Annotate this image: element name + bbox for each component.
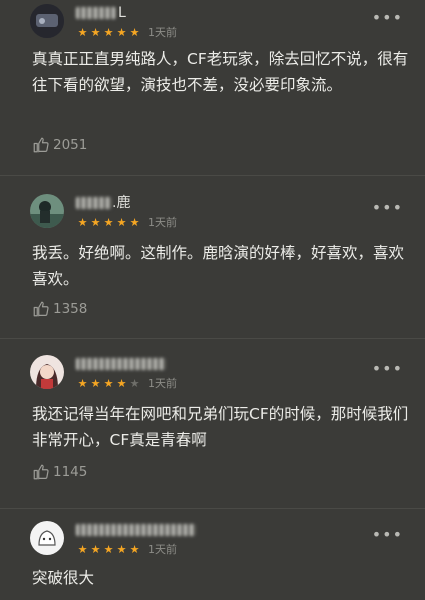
more-dots-icon[interactable]: •••: [372, 8, 403, 27]
like-button[interactable]: 2051: [32, 136, 87, 154]
star-icon: ★: [129, 25, 140, 39]
comment-text: 真真正正直男纯路人，CF老玩家，除去回忆不说，很有往下看的欲望，演技也不差，没必…: [32, 50, 409, 94]
comment-meta: L ★ ★ ★ ★ ★ 1天前: [76, 4, 177, 39]
like-count: 1358: [53, 301, 88, 317]
star-icon: ★: [116, 542, 127, 556]
star-icon: ★: [129, 376, 140, 390]
star-icon: ★: [116, 25, 127, 39]
star-icon: ★: [116, 215, 127, 229]
more-dots-icon[interactable]: •••: [372, 525, 403, 544]
like-button[interactable]: 1145: [32, 463, 87, 481]
star-icon: ★: [77, 25, 88, 39]
comment-text: 我丢。好绝啊。这制作。鹿晗演的好棒，好喜欢，喜欢喜欢。: [32, 244, 405, 288]
username-text: L: [118, 5, 126, 21]
username-blurred: [76, 197, 112, 209]
like-count: 1145: [53, 464, 88, 480]
comment-meta: .鹿 ★ ★ ★ ★ ★ 1天前: [76, 194, 177, 229]
star-rating: ★ ★ ★ ★ ★: [76, 378, 141, 389]
avatar[interactable]: [30, 4, 64, 38]
thumbs-up-icon: [33, 464, 49, 480]
username-blurred: [76, 7, 116, 19]
star-icon: ★: [77, 376, 88, 390]
comment-feed: L ★ ★ ★ ★ ★ 1天前 ••• 真真正正直男纯路人，CF老玩家，除去回忆不说，很…: [0, 0, 425, 600]
comment-item: ★ ★ ★ ★ ★ 1天前 ••• 突破很大: [0, 508, 425, 600]
comment-text: 突破很大: [32, 569, 95, 587]
star-icon: ★: [103, 215, 114, 229]
star-rating: ★ ★ ★ ★ ★: [76, 27, 141, 38]
username-blurred: [76, 524, 196, 536]
thumbs-up-icon: [33, 301, 49, 317]
avatar[interactable]: [30, 355, 64, 389]
username[interactable]: [76, 521, 196, 539]
comment-text: 我还记得当年在网吧和兄弟们玩CF的时候，那时候我们非常开心，CF真是青春啊: [32, 405, 409, 449]
star-rating: ★ ★ ★ ★ ★: [76, 217, 141, 228]
comment-item: .鹿 ★ ★ ★ ★ ★ 1天前 ••• 我丢。好绝啊。这制作。鹿晗演的好棒，好喜欢，喜…: [0, 175, 425, 333]
star-icon: ★: [77, 542, 88, 556]
thumbs-up-icon: [33, 137, 49, 153]
star-icon: ★: [103, 376, 114, 390]
like-button[interactable]: 1358: [32, 300, 87, 318]
star-icon: ★: [90, 215, 101, 229]
more-dots-icon[interactable]: •••: [372, 198, 403, 217]
star-rating: ★ ★ ★ ★ ★: [76, 544, 141, 555]
comment-time: 1天前: [148, 26, 177, 39]
comment-time: 1天前: [148, 543, 177, 556]
star-icon: ★: [90, 25, 101, 39]
comment-time: 1天前: [148, 377, 177, 390]
avatar[interactable]: [30, 521, 64, 555]
comment-meta: ★ ★ ★ ★ ★ 1天前: [76, 521, 196, 556]
username-text: .鹿: [112, 195, 131, 211]
username[interactable]: [76, 355, 177, 373]
comment-meta: ★ ★ ★ ★ ★ 1天前: [76, 355, 177, 390]
star-icon: ★: [129, 542, 140, 556]
comment-item: ★ ★ ★ ★ ★ 1天前 ••• 我还记得当年在网吧和兄弟们玩CF的时候，那时候我们非…: [0, 338, 425, 503]
star-icon: ★: [103, 25, 114, 39]
avatar[interactable]: [30, 194, 64, 228]
star-icon: ★: [90, 542, 101, 556]
star-icon: ★: [90, 376, 101, 390]
like-count: 2051: [53, 137, 88, 153]
username-blurred: [76, 358, 166, 370]
username[interactable]: .鹿: [76, 194, 177, 212]
comment-time: 1天前: [148, 216, 177, 229]
star-icon: ★: [77, 215, 88, 229]
star-icon: ★: [103, 542, 114, 556]
star-icon: ★: [116, 376, 127, 390]
star-icon: ★: [129, 215, 140, 229]
comment-item: L ★ ★ ★ ★ ★ 1天前 ••• 真真正正直男纯路人，CF老玩家，除去回忆不说，很…: [0, 0, 425, 170]
more-dots-icon[interactable]: •••: [372, 359, 403, 378]
username[interactable]: L: [76, 4, 177, 22]
